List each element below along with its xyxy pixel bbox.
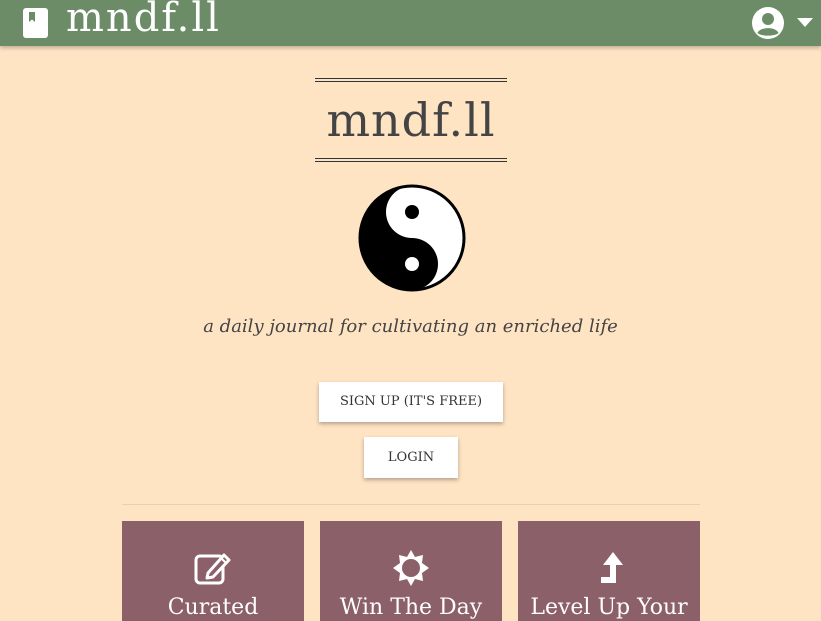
feature-card-curated: Curated xyxy=(122,521,304,621)
caret-down-icon[interactable] xyxy=(797,18,813,28)
sun-icon xyxy=(393,550,429,586)
section-divider xyxy=(122,504,700,505)
user-circle-icon[interactable] xyxy=(751,6,785,40)
tagline: a daily journal for cultivating an enric… xyxy=(203,316,618,337)
feature-title: Curated xyxy=(167,595,259,620)
feature-title: Win The Day xyxy=(339,595,483,620)
level-up-icon xyxy=(601,552,623,583)
feature-card-level-up: Level Up Your xyxy=(518,521,700,621)
hero-title-frame: mndf.ll xyxy=(315,78,507,162)
top-navbar: mndf.ll xyxy=(0,0,821,46)
edit-icon xyxy=(194,553,231,585)
book-icon[interactable] xyxy=(23,8,48,38)
page-title: mndf.ll xyxy=(326,93,496,147)
brand-link[interactable]: mndf.ll xyxy=(66,0,221,41)
yin-yang-icon xyxy=(358,184,466,292)
feature-card-win-the-day: Win The Day xyxy=(320,521,502,621)
feature-title: Level Up Your xyxy=(530,595,688,620)
signup-button[interactable]: SIGN UP (IT'S FREE) xyxy=(319,382,503,422)
login-button[interactable]: LOGIN xyxy=(364,437,458,478)
